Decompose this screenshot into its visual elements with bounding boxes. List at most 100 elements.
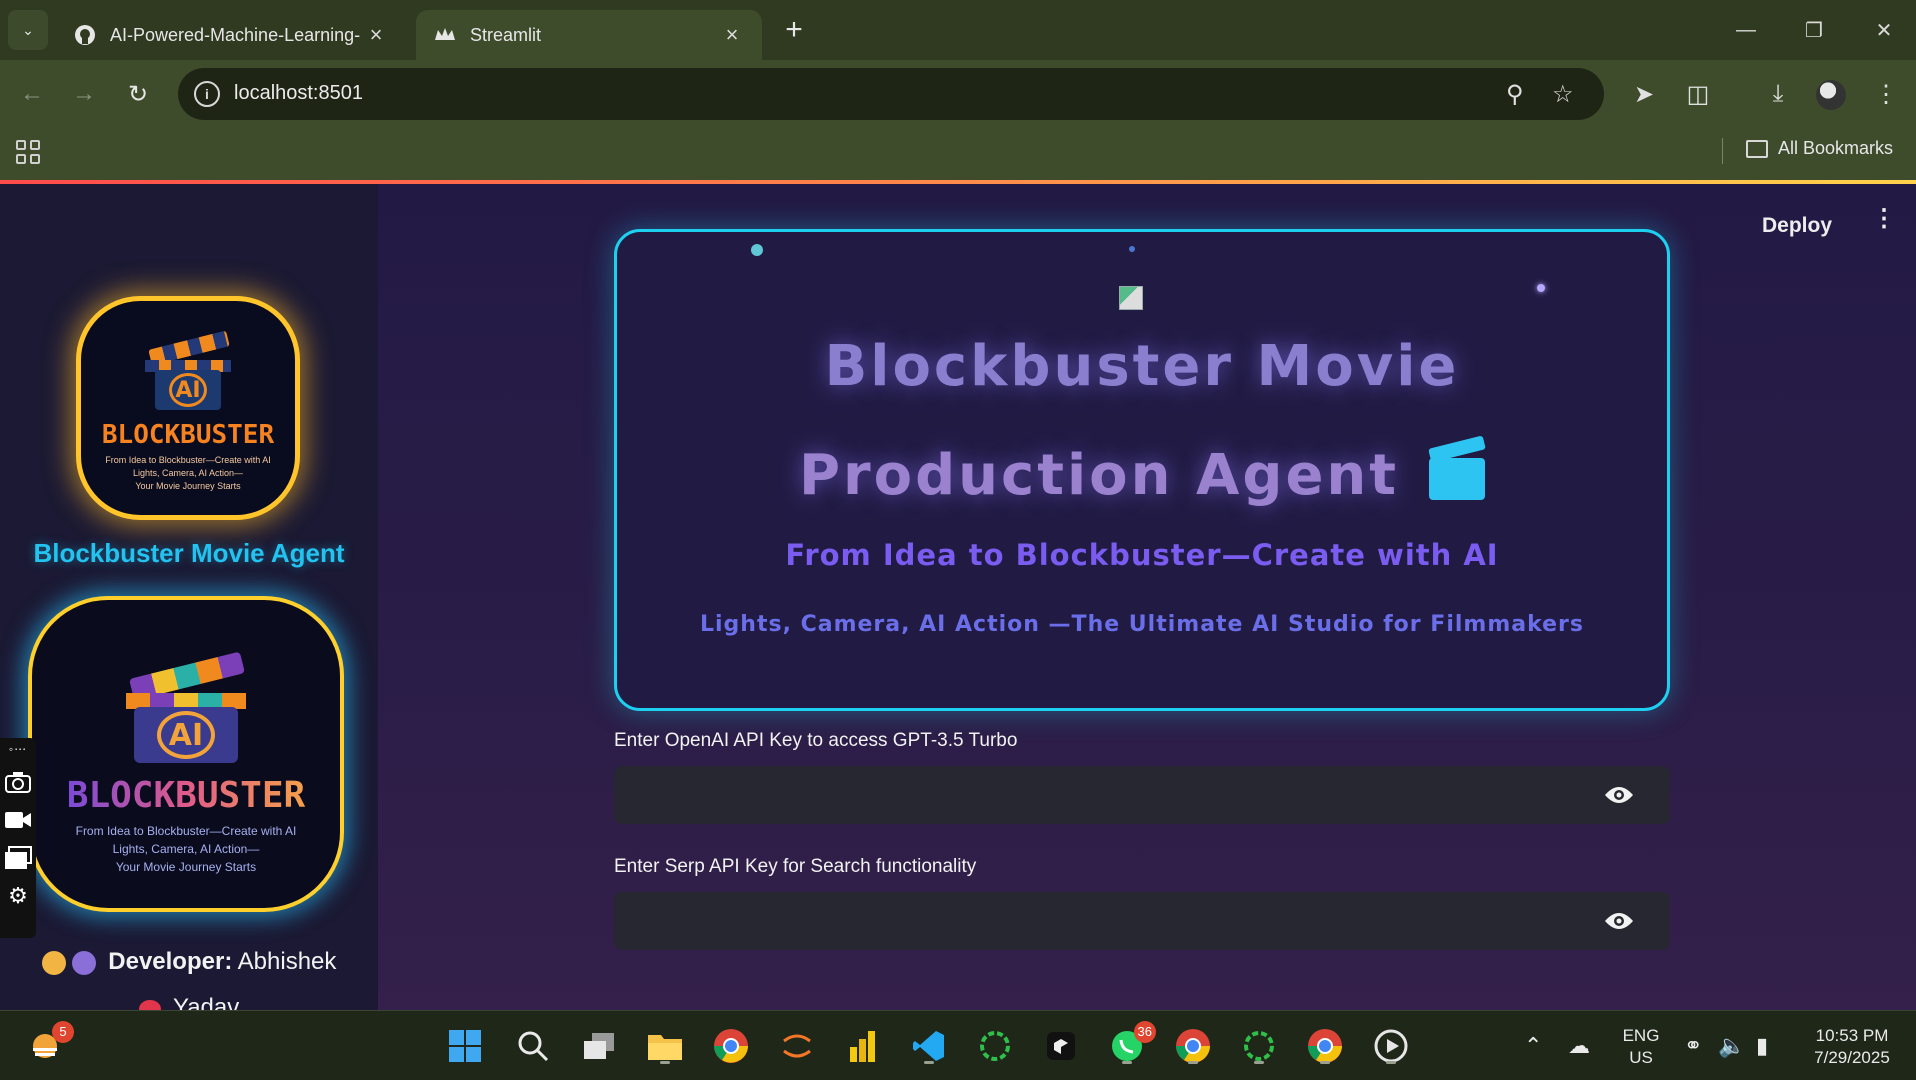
broken-image-icon [1119, 286, 1143, 310]
developer-credit: Developer: Abhishek [0, 948, 378, 976]
more-dots-icon[interactable]: ◦⋯ [9, 742, 27, 756]
download-icon[interactable]: ⤓ [1758, 74, 1798, 114]
clapper-board-icon [1428, 435, 1486, 500]
language-indicator[interactable]: ENG US [1614, 1025, 1668, 1069]
chevron-down-icon: ⌄ [22, 21, 34, 38]
bookmark-star-icon[interactable]: ☆ [1552, 80, 1574, 109]
window-close-icon[interactable]: ✕ [1864, 10, 1904, 50]
developer-label: Developer: [108, 948, 233, 975]
back-icon[interactable]: ← [12, 74, 52, 114]
running-indicator [1254, 1061, 1264, 1064]
logo-tagline-line: Lights, Camera, AI Action— [112, 842, 260, 856]
logo-tagline: From Idea to Blockbuster—Create with AI … [105, 454, 271, 493]
serp-key-field [614, 892, 1670, 950]
apps-grid-icon[interactable] [16, 140, 40, 164]
vscode-icon[interactable] [908, 1025, 950, 1067]
folder-icon [1746, 139, 1768, 158]
clock-time: 10:53 PM [1815, 1026, 1889, 1045]
browser-toolbar: ← → ↻ i localhost:8501 ⚲ ☆ ➤ ◫ ⤓ ⋮ [0, 60, 1916, 128]
show-password-eye-icon[interactable] [1604, 911, 1634, 931]
extension-navigation-icon[interactable]: ➤ [1624, 74, 1664, 114]
ai-badge: AI [157, 711, 215, 759]
terminal-app-icon[interactable] [1040, 1025, 1082, 1067]
weather-widget-icon[interactable]: 5 [24, 1021, 74, 1067]
running-indicator [660, 1061, 670, 1064]
settings-gear-icon[interactable]: ⚙ [4, 883, 32, 908]
tab-streamlit[interactable]: Streamlit × [416, 10, 762, 60]
sidebar-title: Blockbuster Movie Agent [33, 538, 345, 568]
sparkle-dot [1537, 284, 1545, 292]
sidebar: AI BLOCKBUSTER From Idea to Blockbuster—… [0, 184, 378, 1010]
tab-search-button[interactable]: ⌄ [8, 10, 48, 50]
restore-icon[interactable]: ❐ [1794, 10, 1834, 50]
media-player-icon[interactable] [1370, 1025, 1412, 1067]
power-bi-icon[interactable] [842, 1025, 884, 1067]
new-tab-button[interactable]: + [778, 14, 810, 46]
video-camera-icon[interactable] [4, 808, 32, 832]
screen-capture-toolbar: ◦⋯ ⚙ [0, 738, 36, 938]
show-password-eye-icon[interactable] [1604, 785, 1634, 805]
windows-start-icon[interactable] [444, 1025, 486, 1067]
notification-badge: 5 [52, 1021, 74, 1043]
clapperboard-icon: AI [126, 651, 246, 763]
chevron-up-icon[interactable]: ⌃ [1524, 1033, 1542, 1059]
blockbuster-logo-small: AI BLOCKBUSTER From Idea to Blockbuster—… [76, 296, 300, 520]
hero-subtitle: From Idea to Blockbuster—Create with AI [785, 538, 1499, 572]
reload-icon[interactable]: ↻ [118, 74, 158, 114]
logo-tagline: From Idea to Blockbuster—Create with AI … [76, 822, 297, 876]
hero-title-line-1: Blockbuster Movie [824, 334, 1460, 399]
jupyter-icon[interactable] [776, 1025, 818, 1067]
logo-tagline-line: From Idea to Blockbuster—Create with AI [105, 455, 271, 465]
serp-key-label: Enter Serp API Key for Search functional… [614, 856, 977, 877]
profile-avatar[interactable] [1816, 80, 1846, 110]
bookmarks-divider [1722, 138, 1723, 164]
battery-icon[interactable]: ▮ [1756, 1033, 1768, 1059]
url-text[interactable]: localhost:8501 [234, 82, 363, 105]
tab-github[interactable]: AI-Powered-Machine-Learning- × [56, 10, 406, 60]
whatsapp-icon[interactable]: 36 [1106, 1021, 1156, 1067]
hero-tagline: Lights, Camera, AI Action —The Ultimate … [699, 612, 1584, 637]
close-icon[interactable]: × [364, 22, 388, 48]
search-icon[interactable] [512, 1025, 554, 1067]
onedrive-cloud-icon[interactable]: ☁ [1568, 1033, 1590, 1059]
running-indicator [1122, 1061, 1132, 1064]
clapperboard-icon: AI [145, 330, 231, 410]
openai-key-label: Enter OpenAI API Key to access GPT-3.5 T… [614, 730, 1018, 751]
language-line-2: US [1629, 1048, 1653, 1067]
loading-app-icon[interactable] [974, 1025, 1016, 1067]
password-key-icon[interactable]: ⚲ [1506, 80, 1524, 109]
deploy-button[interactable]: Deploy [1762, 214, 1832, 238]
running-indicator [1188, 1061, 1198, 1064]
serp-key-input[interactable] [630, 892, 1590, 950]
main-content: Deploy ⋮ Blockbuster Movie Production Ag… [378, 184, 1916, 1010]
task-view-icon[interactable] [578, 1025, 620, 1067]
extensions-puzzle-icon[interactable]: ◫ [1678, 74, 1718, 114]
tab-title: Streamlit [470, 24, 542, 45]
loading-app-icon-2[interactable] [1238, 1025, 1280, 1067]
chrome-icon[interactable] [710, 1025, 752, 1067]
site-info-icon[interactable]: i [194, 81, 220, 107]
clock-date: 7/29/2025 [1814, 1048, 1890, 1067]
kebab-menu-icon[interactable]: ⋮ [1872, 207, 1896, 231]
file-explorer-icon[interactable] [644, 1025, 686, 1067]
chrome-profile-icon-2[interactable] [1304, 1025, 1346, 1067]
wifi-icon[interactable]: ⚭ [1684, 1033, 1702, 1059]
sparkle-dot [1129, 246, 1135, 252]
volume-icon[interactable]: 🔈 [1718, 1033, 1745, 1059]
address-bar[interactable]: i localhost:8501 ⚲ ☆ [178, 68, 1604, 120]
minimize-icon[interactable]: — [1726, 10, 1766, 50]
chrome-profile-icon[interactable] [1172, 1025, 1214, 1067]
openai-key-input[interactable] [630, 766, 1590, 824]
windows-icon[interactable] [4, 846, 32, 870]
logo-tagline-line: Your Movie Journey Starts [135, 481, 241, 491]
all-bookmarks-button[interactable]: All Bookmarks [1746, 138, 1893, 159]
clock[interactable]: 10:53 PM 7/29/2025 [1800, 1025, 1904, 1069]
developer-name: Abhishek [237, 948, 337, 975]
developer-name-2: Yadav [172, 994, 240, 1010]
browser-menu-icon[interactable]: ⋮ [1866, 74, 1906, 114]
forward-icon[interactable]: → [64, 74, 104, 114]
close-icon[interactable]: × [720, 22, 744, 48]
logo-wordmark: BLOCKBUSTER [101, 420, 275, 450]
sparkle-dot [751, 244, 763, 256]
camera-icon[interactable] [4, 770, 32, 794]
